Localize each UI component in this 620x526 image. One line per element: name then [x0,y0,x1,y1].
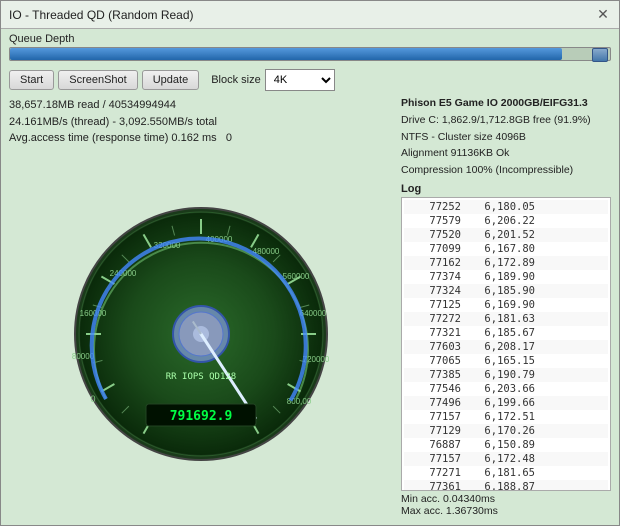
drive-line3: Alignment 91136KB Ok [401,145,611,162]
gauge-svg: 0 80000 160000 240000 320000 400000 4800… [71,204,331,464]
drive-info: Phison E5 Game IO 2000GB/EIFG31.3 Drive … [401,95,611,179]
log-row: 771626,172.89 [404,256,608,270]
log-row: 773216,185.67 [404,326,608,340]
drive-line4: Compression 100% (Incompressible) [401,162,611,179]
log-row: 771576,172.48 [404,452,608,466]
log-row: 770996,167.80 [404,242,608,256]
log-row: 771296,170.26 [404,424,608,438]
main-content: 38,657.18MB read / 40534994944 24.161MB/… [1,95,619,525]
close-button[interactable]: ✕ [595,7,611,23]
log-row: 773616,188.87 [404,480,608,491]
queue-depth-slider[interactable] [9,47,611,61]
log-row: 768876,150.89 [404,438,608,452]
gauge-wrapper: 0 80000 160000 240000 320000 400000 4800… [71,204,331,464]
title-bar: IO - Threaded QD (Random Read) ✕ [1,1,619,29]
stats-area: 38,657.18MB read / 40534994944 24.161MB/… [9,95,393,151]
log-label: Log [401,183,611,195]
gauge-container: 0 80000 160000 240000 320000 400000 4800… [9,151,393,518]
slider-thumb [592,48,608,62]
drive-line1: Drive C: 1,862.9/1,712.8GB free (91.9%) [401,112,611,129]
log-area[interactable]: 772526,180.05775796,206.22775206,201.527… [401,197,611,491]
log-row: 773746,189.90 [404,270,608,284]
drive-line2: NTFS - Cluster size 4096B [401,129,611,146]
log-row: 772716,181.65 [404,466,608,480]
log-row: 774966,199.66 [404,396,608,410]
log-row: 773246,185.90 [404,284,608,298]
log-row: 770656,165.15 [404,354,608,368]
min-acc: Min acc. 0.04340ms [401,493,611,505]
log-row: 772526,180.05 [404,200,608,214]
log-row: 775466,203.66 [404,382,608,396]
stat-line2: 24.161MB/s (thread) - 3,092.550MB/s tota… [9,114,393,131]
screenshot-button[interactable]: ScreenShot [58,70,137,90]
svg-text:560000: 560000 [283,272,310,281]
log-row: 771576,172.51 [404,410,608,424]
window-title: IO - Threaded QD (Random Read) [9,8,194,22]
left-panel: 38,657.18MB read / 40534994944 24.161MB/… [9,95,393,517]
svg-text:791692.9: 791692.9 [170,409,233,424]
slider-fill [10,48,562,60]
queue-depth-label: Queue Depth [9,33,611,45]
log-row: 775206,201.52 [404,228,608,242]
max-acc: Max acc. 1.36730ms [401,505,611,517]
log-row: 773856,190.79 [404,368,608,382]
log-row: 771256,169.90 [404,298,608,312]
queue-depth-section: Queue Depth [1,29,619,65]
update-button[interactable]: Update [142,70,199,90]
main-window: IO - Threaded QD (Random Read) ✕ Queue D… [0,0,620,526]
svg-text:0: 0 [90,394,95,404]
drive-title: Phison E5 Game IO 2000GB/EIFG31.3 [401,95,611,112]
block-size-select[interactable]: 4K 512B 1K 2K 8K 16K 32K 64K 128K 256K 5… [265,69,335,91]
log-row: 775796,206.22 [404,214,608,228]
log-footer: Min acc. 0.04340ms Max acc. 1.36730ms [401,491,611,517]
log-row: 772726,181.63 [404,312,608,326]
svg-text:RR IOPS QD128: RR IOPS QD128 [166,372,236,382]
right-panel: Phison E5 Game IO 2000GB/EIFG31.3 Drive … [401,95,611,517]
toolbar: Start ScreenShot Update Block size 4K 51… [1,65,619,95]
start-button[interactable]: Start [9,70,54,90]
log-row: 776036,208.17 [404,340,608,354]
stat-line3: Avg.access time (response time) 0.162 ms… [9,130,393,147]
block-size-label: Block size [211,74,261,86]
stat-line1: 38,657.18MB read / 40534994944 [9,97,393,114]
svg-text:160000: 160000 [80,309,107,318]
